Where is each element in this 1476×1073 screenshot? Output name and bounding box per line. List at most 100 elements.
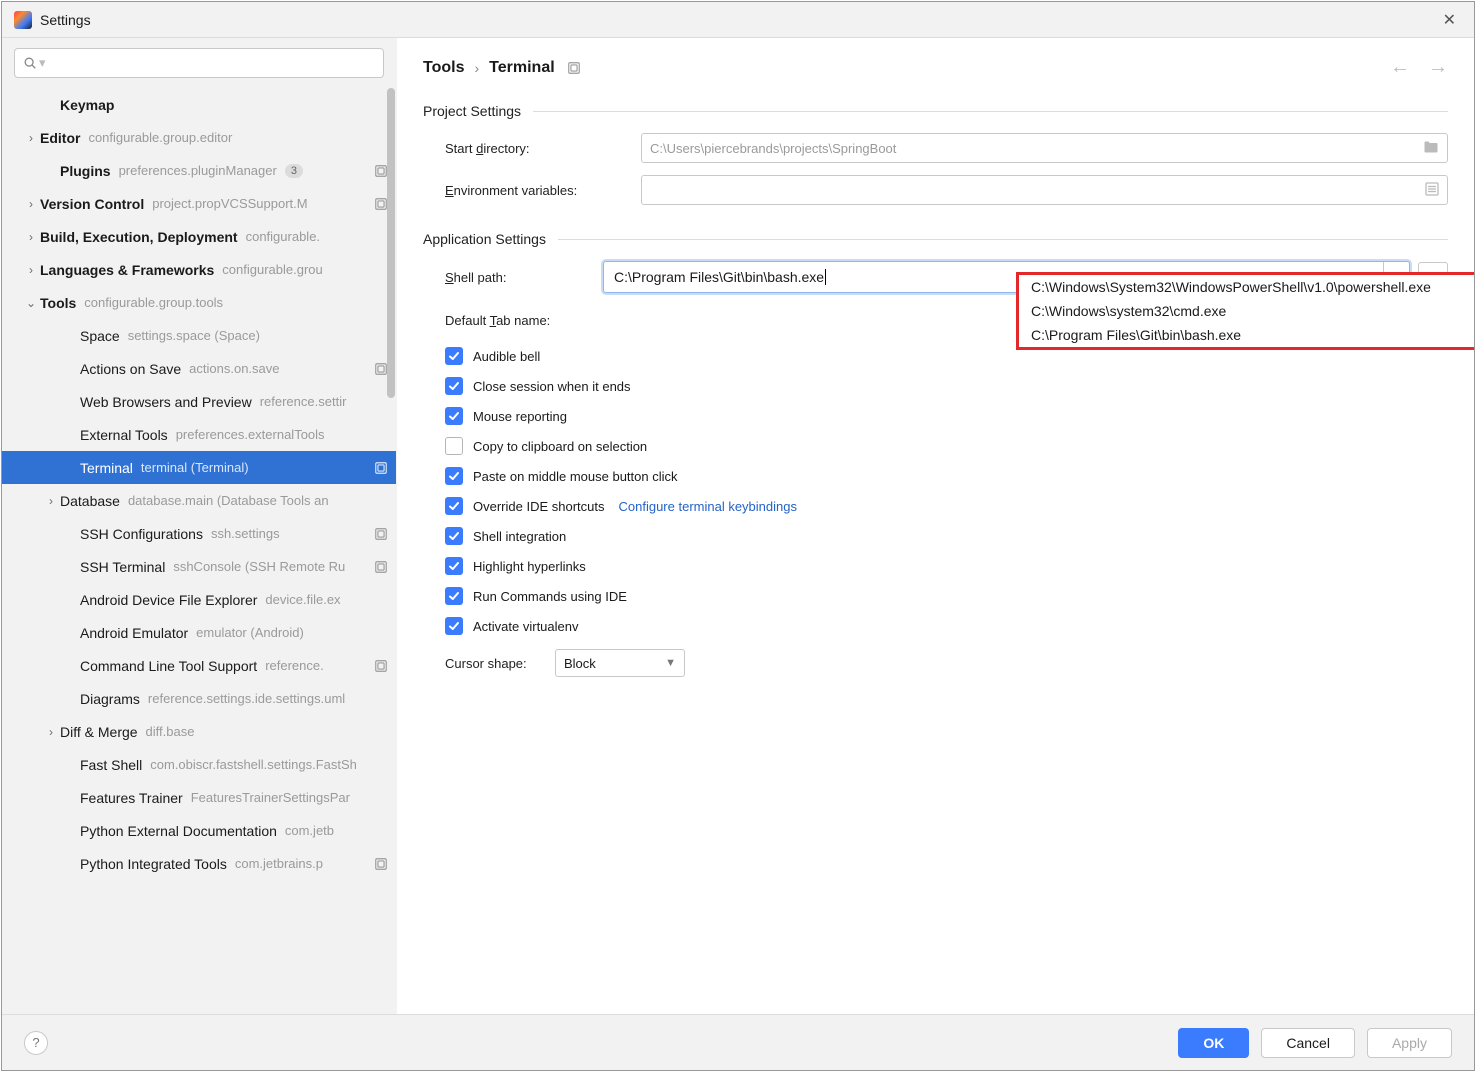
sidebar-item-command-line-tool-support[interactable]: Command Line Tool Supportreference. (2, 649, 396, 682)
env-vars-field[interactable] (641, 175, 1448, 205)
sidebar-item-label: Languages & Frameworks (40, 262, 214, 278)
sidebar-item-android-device-file-explorer[interactable]: Android Device File Explorer device.file.… (2, 583, 396, 616)
sidebar-item-label: Android Device File Explorer (80, 592, 257, 608)
sidebar-item-label: Fast Shell (80, 757, 142, 773)
sidebar-item-sublabel: project.propVCSSupport.M (152, 196, 307, 211)
checkbox-label[interactable]: Override IDE shortcuts (473, 499, 605, 514)
chevron-right-icon[interactable]: › (42, 725, 60, 739)
shell-option[interactable]: C:\Windows\System32\WindowsPowerShell\v1… (1019, 275, 1474, 299)
sidebar-item-editor[interactable]: ›Editorconfigurable.group.editor (2, 121, 396, 154)
sidebar-item-terminal[interactable]: Terminalterminal (Terminal) (2, 451, 396, 484)
checkbox-label[interactable]: Paste on middle mouse button click (473, 469, 678, 484)
sidebar-item-fast-shell[interactable]: Fast Shellcom.obiscr.fastshell.settings.… (2, 748, 396, 781)
breadcrumb-leaf: Terminal (489, 59, 555, 77)
sidebar-item-label: Web Browsers and Preview (80, 394, 252, 410)
sidebar-item-space[interactable]: Spacesettings.space (Space) (2, 319, 396, 352)
sidebar-item-database[interactable]: ›Databasedatabase.main (Database Tools a… (2, 484, 396, 517)
checkbox-audible-bell[interactable] (445, 347, 463, 365)
sidebar-item-external-tools[interactable]: External Toolspreferences.externalTools (2, 418, 396, 451)
shell-path-dropdown[interactable]: C:\Windows\System32\WindowsPowerShell\v1… (1016, 272, 1474, 350)
nav-back-icon[interactable]: ← (1390, 56, 1410, 79)
checkbox-copy-clipboard[interactable] (445, 437, 463, 455)
shell-option[interactable]: C:\Windows\system32\cmd.exe (1019, 299, 1474, 323)
sidebar-item-label: External Tools (80, 427, 168, 443)
checkbox-paste-middle[interactable] (445, 467, 463, 485)
sidebar-item-label: Tools (40, 295, 76, 311)
checkbox-label[interactable]: Highlight hyperlinks (473, 559, 586, 574)
checkbox-highlight-links[interactable] (445, 557, 463, 575)
cursor-shape-value: Block (564, 656, 596, 671)
section-project-label: Project Settings (423, 103, 521, 119)
chevron-right-icon[interactable]: › (42, 494, 60, 508)
start-directory-value: C:\Users\piercebrands\projects\SpringBoo… (650, 141, 896, 156)
sidebar-item-build-execution-deployment[interactable]: ›Build, Execution, Deploymentconfigurabl… (2, 220, 396, 253)
checkbox-row-paste-middle: Paste on middle mouse button click (445, 467, 1448, 485)
cursor-shape-label: Cursor shape: (445, 656, 555, 671)
sidebar-item-languages-frameworks[interactable]: ›Languages & Frameworksconfigurable.grou (2, 253, 396, 286)
checkbox-override-ide[interactable] (445, 497, 463, 515)
project-scope-icon (567, 61, 581, 75)
checkbox-label[interactable]: Shell integration (473, 529, 566, 544)
checkbox-close-session[interactable] (445, 377, 463, 395)
configure-keybindings-link[interactable]: Configure terminal keybindings (619, 499, 797, 514)
chevron-down-icon: ▾ (39, 55, 46, 71)
search-input[interactable]: ▾ (14, 48, 384, 78)
sidebar-item-label: Build, Execution, Deployment (40, 229, 238, 245)
nav-forward-icon[interactable]: → (1428, 56, 1448, 79)
start-directory-field[interactable]: C:\Users\piercebrands\projects\SpringBoo… (641, 133, 1448, 163)
checkbox-run-commands-ide[interactable] (445, 587, 463, 605)
checkbox-label[interactable]: Close session when it ends (473, 379, 631, 394)
checkbox-label[interactable]: Run Commands using IDE (473, 589, 627, 604)
list-icon[interactable] (1425, 182, 1439, 199)
scrollbar-thumb[interactable] (387, 88, 395, 398)
window-title: Settings (40, 12, 91, 28)
chevron-right-icon[interactable]: › (22, 230, 40, 244)
apply-button[interactable]: Apply (1367, 1028, 1452, 1058)
cursor-shape-select[interactable]: Block ▼ (555, 649, 685, 677)
breadcrumb-root[interactable]: Tools (423, 59, 464, 77)
sidebar-item-diff-merge[interactable]: ›Diff & Mergediff.base (2, 715, 396, 748)
close-icon[interactable]: ✕ (1437, 6, 1462, 34)
sidebar-item-sublabel: sshConsole (SSH Remote Ru (173, 559, 345, 574)
ok-button[interactable]: OK (1178, 1028, 1249, 1058)
chevron-right-icon[interactable]: › (22, 263, 40, 277)
sidebar-item-actions-on-save[interactable]: Actions on Saveactions.on.save (2, 352, 396, 385)
shell-option[interactable]: C:\Program Files\Git\bin\bash.exe (1019, 323, 1474, 347)
checkbox-label[interactable]: Copy to clipboard on selection (473, 439, 647, 454)
settings-tree[interactable]: Keymap ›Editorconfigurable.group.editorPl… (2, 84, 396, 880)
sidebar-item-label: Diff & Merge (60, 724, 138, 740)
sidebar-item-ssh-terminal[interactable]: SSH TerminalsshConsole (SSH Remote Ru (2, 550, 396, 583)
sidebar-item-sublabel: actions.on.save (189, 361, 279, 376)
checkbox-label[interactable]: Mouse reporting (473, 409, 567, 424)
search-icon (23, 56, 37, 70)
checkbox-label[interactable]: Activate virtualenv (473, 619, 579, 634)
sidebar-item-keymap[interactable]: Keymap (2, 88, 396, 121)
sidebar-scrollbar[interactable] (386, 84, 396, 1014)
checkbox-label[interactable]: Audible bell (473, 349, 540, 364)
sidebar-item-web-browsers-and-preview[interactable]: Web Browsers and Previewreference.settir (2, 385, 396, 418)
sidebar-item-version-control[interactable]: ›Version Controlproject.propVCSSupport.M (2, 187, 396, 220)
cancel-button[interactable]: Cancel (1261, 1028, 1355, 1058)
chevron-right-icon[interactable]: › (22, 197, 40, 211)
sidebar-item-ssh-configurations[interactable]: SSH Configurationsssh.settings (2, 517, 396, 550)
checkbox-activate-venv[interactable] (445, 617, 463, 635)
checkbox-mouse-reporting[interactable] (445, 407, 463, 425)
titlebar: Settings ✕ (2, 2, 1474, 38)
sidebar-item-plugins[interactable]: Pluginspreferences.pluginManager3 (2, 154, 396, 187)
sidebar-item-label: Keymap (60, 97, 114, 113)
sidebar-item-sublabel: device.file.ex (265, 592, 340, 607)
sidebar-item-features-trainer[interactable]: Features TrainerFeaturesTrainerSettingsP… (2, 781, 396, 814)
section-app-label: Application Settings (423, 231, 546, 247)
sidebar-item-android-emulator[interactable]: Android Emulatoremulator (Android) (2, 616, 396, 649)
sidebar-item-python-integrated-tools[interactable]: Python Integrated Toolscom.jetbrains.p (2, 847, 396, 880)
folder-icon[interactable] (1423, 139, 1439, 158)
help-button[interactable]: ? (24, 1031, 48, 1055)
sidebar-item-label: Editor (40, 130, 80, 146)
chevron-down-icon[interactable]: ⌄ (22, 296, 40, 310)
checkbox-shell-integration[interactable] (445, 527, 463, 545)
sidebar-item-diagrams[interactable]: Diagramsreference.settings.ide.settings.… (2, 682, 396, 715)
sidebar-item-sublabel: configurable.group.tools (84, 295, 223, 310)
chevron-right-icon[interactable]: › (22, 131, 40, 145)
sidebar-item-tools[interactable]: ⌄Tools configurable.group.tools (2, 286, 396, 319)
sidebar-item-python-external-documentation[interactable]: Python External Documentationcom.jetb (2, 814, 396, 847)
